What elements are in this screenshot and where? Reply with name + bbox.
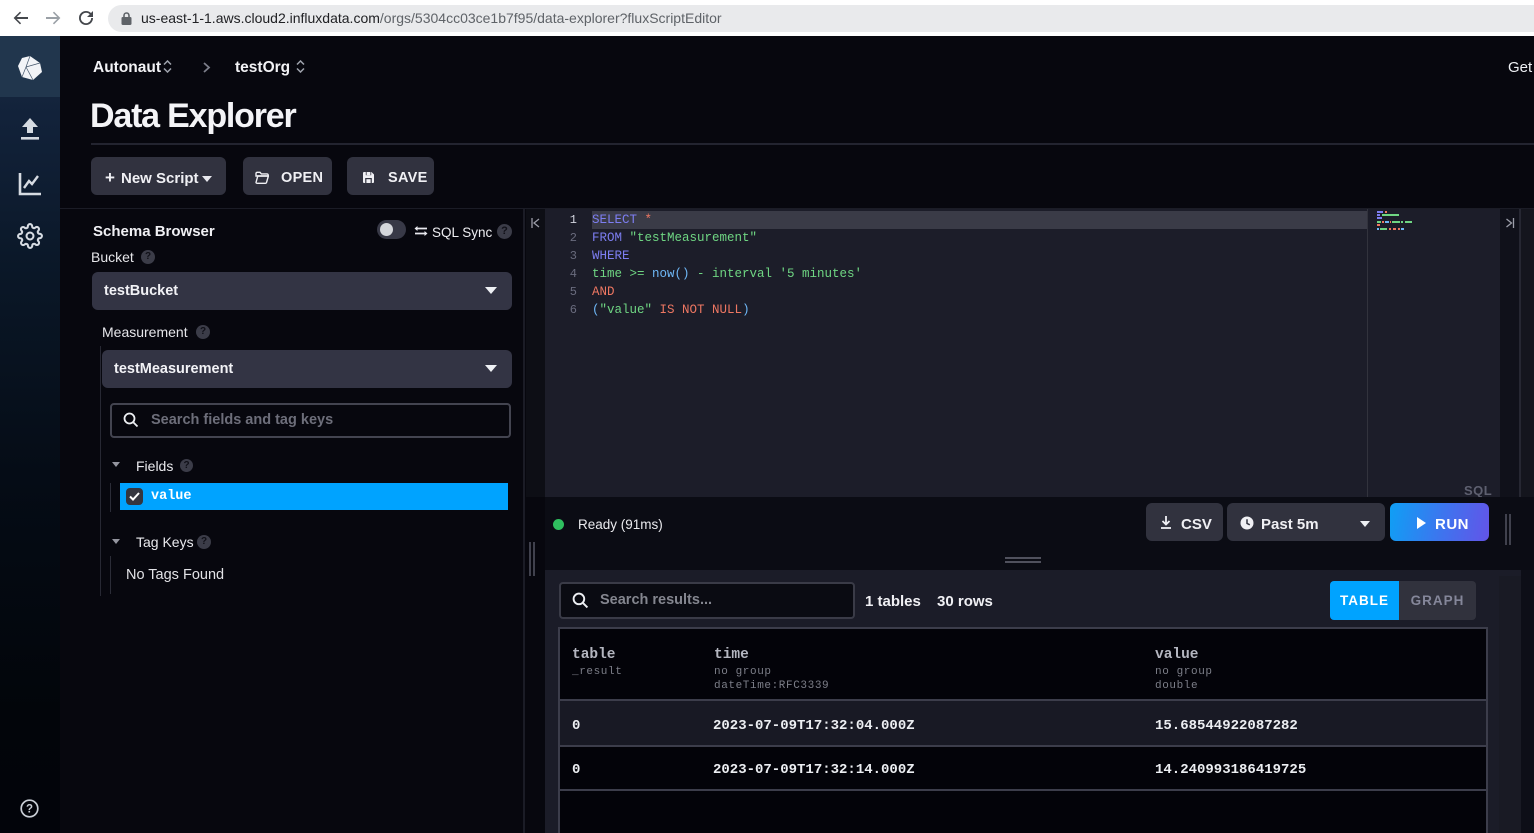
- svg-text:?: ?: [26, 804, 33, 816]
